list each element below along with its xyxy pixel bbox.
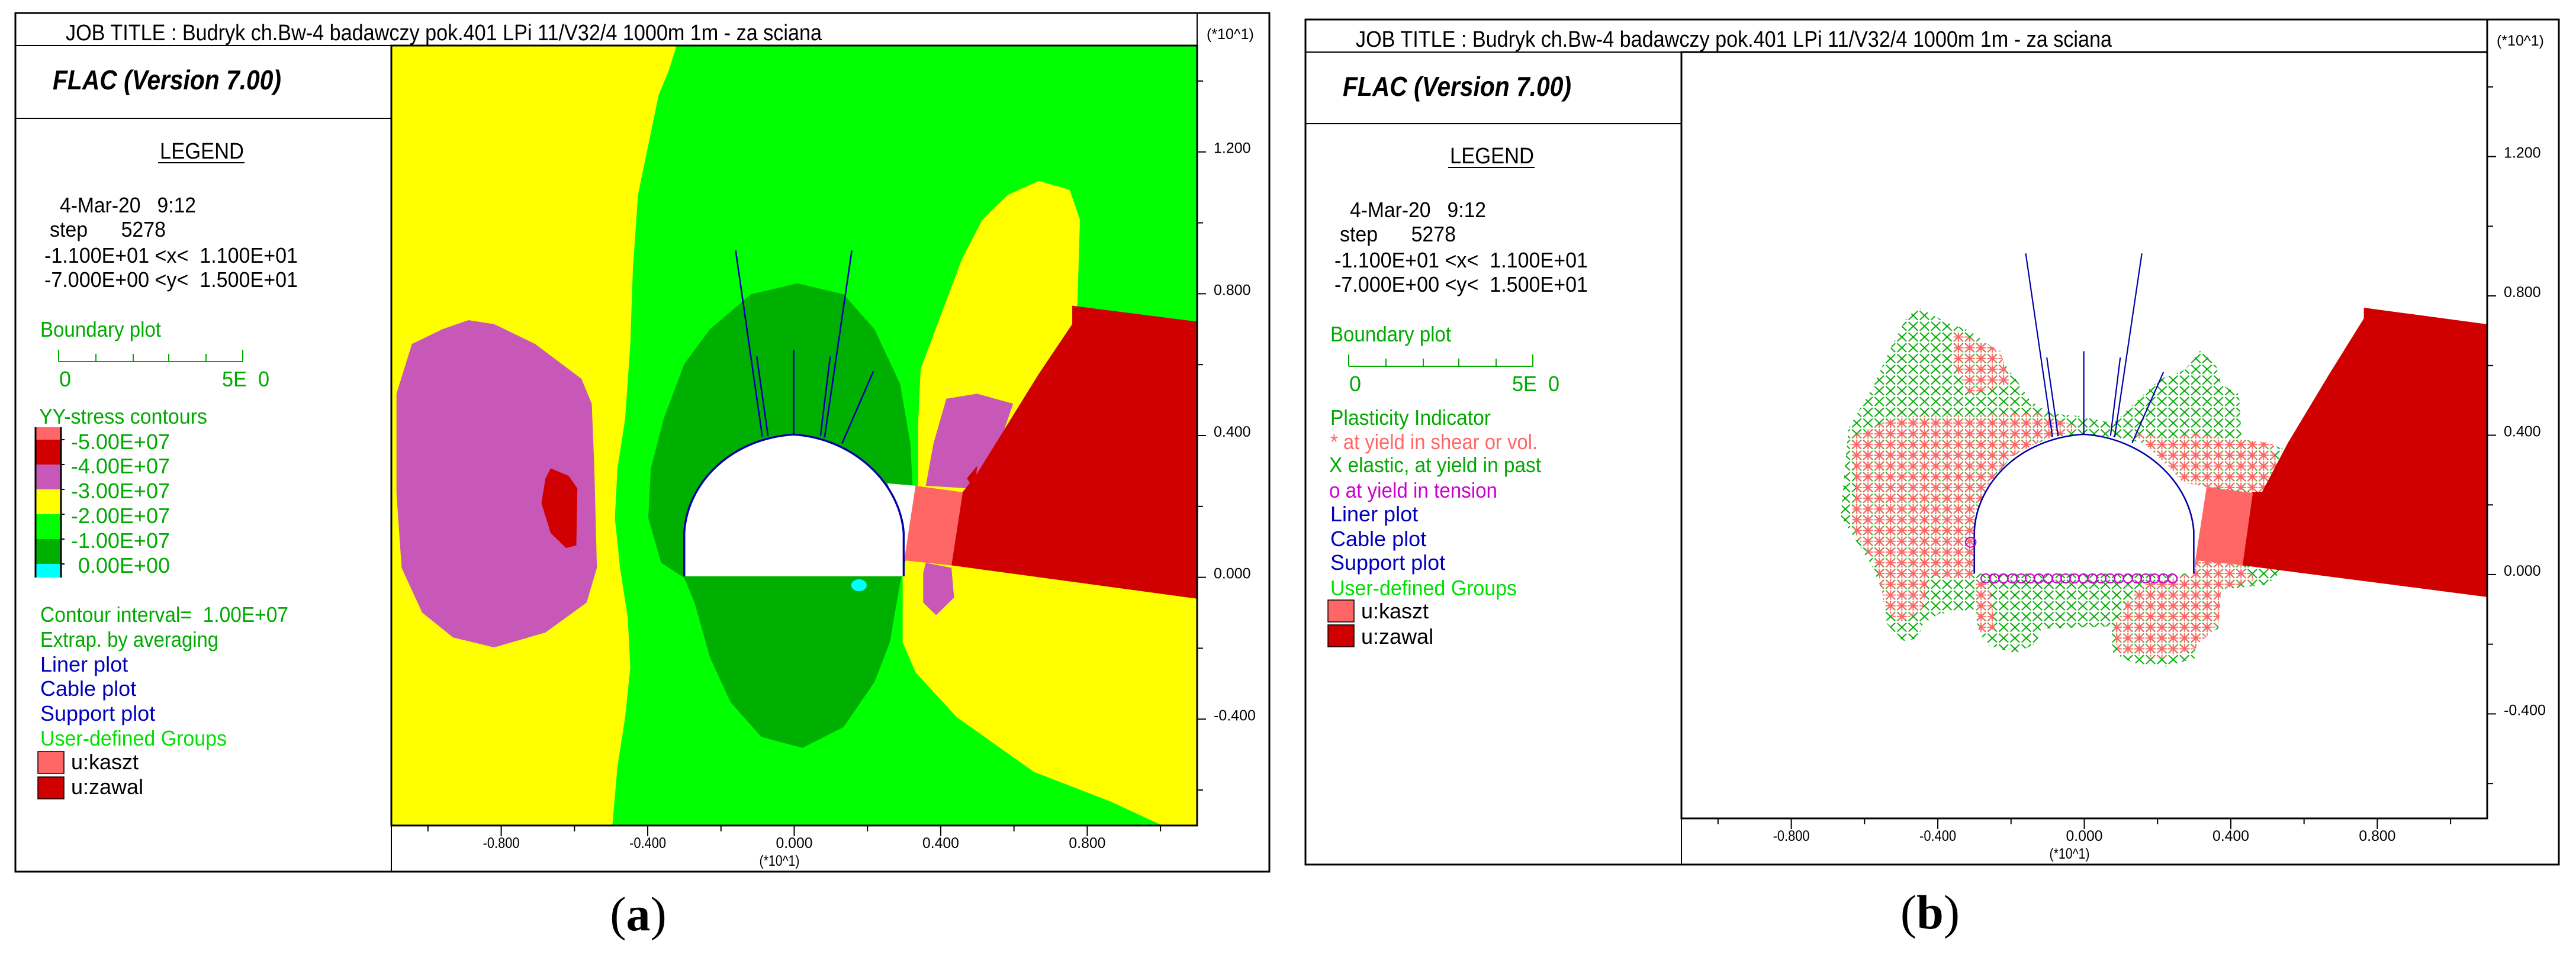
- contour-level: -5.00E+07: [71, 430, 170, 454]
- x-tick-label: 0.800: [1069, 835, 1105, 852]
- x-tick-label: 0.000: [776, 835, 813, 852]
- x-range: -1.100E+01 <x< 1.100E+01: [44, 243, 298, 267]
- x-tick-label: 0.400: [2212, 828, 2249, 844]
- plot-date: 4-Mar-20 9:12: [1350, 198, 1486, 222]
- y-tick-label: 1.200: [1214, 140, 1251, 157]
- plot-step: step 5278: [50, 217, 166, 241]
- x-tick-label: -0.800: [483, 835, 520, 852]
- support-plot-label: Support plot: [40, 701, 155, 725]
- plasticity-shear: * at yield in shear or vol.: [1330, 430, 1538, 454]
- figure: JOB TITLE : Budryk ch.Bw-4 badawczy pok.…: [14, 12, 2560, 941]
- x-axis-multiplier: (*10^1): [760, 853, 800, 869]
- job-title: JOB TITLE : Budryk ch.Bw-4 badawczy pok.…: [1356, 27, 2112, 52]
- groups-title: User-defined Groups: [40, 726, 227, 750]
- legend-heading: LEGEND: [160, 139, 244, 164]
- contour-color-bar: [34, 427, 65, 578]
- y-tick-label: 0.400: [2504, 424, 2541, 440]
- contour-level: 0.00E+00: [78, 553, 170, 578]
- liner-plot-label: Liner plot: [1330, 502, 1418, 526]
- y-range: -7.000E+00 <y< 1.500E+01: [1334, 272, 1588, 296]
- contour-level: -2.00E+07: [71, 504, 170, 528]
- scale-start: 0: [1349, 372, 1361, 396]
- plot-date: 4-Mar-20 9:12: [60, 193, 196, 217]
- cable-plot-label: Cable plot: [40, 676, 136, 701]
- legend-heading: LEGEND: [1450, 144, 1534, 169]
- group-label: u:kaszt: [71, 750, 139, 774]
- program-title: FLAC (Version 7.00): [53, 65, 281, 95]
- plasticity-title: Plasticity Indicator: [1330, 405, 1491, 430]
- panel-label: (a): [610, 887, 667, 941]
- group-label: u:zawal: [1361, 624, 1433, 649]
- scale-end: 5E 0: [1512, 372, 1559, 396]
- boundary-plot-label: Boundary plot: [40, 317, 161, 341]
- x-tick-label: -0.400: [629, 835, 666, 852]
- panel-b: JOB TITLE : Budryk ch.Bw-4 badawczy pok.…: [1304, 18, 2560, 939]
- x-tick-label: 0.000: [2066, 828, 2103, 844]
- x-tick-label: -0.800: [1773, 828, 1810, 844]
- contour-level: -4.00E+07: [71, 454, 170, 478]
- contour-interval: Contour interval= 1.00E+07: [40, 602, 288, 627]
- cable-plot-label: Cable plot: [1330, 527, 1426, 551]
- job-title: JOB TITLE : Budryk ch.Bw-4 badawczy pok.…: [66, 21, 822, 46]
- x-tick-label: 0.800: [2359, 828, 2395, 844]
- y-tick-label: 0.000: [1214, 566, 1251, 582]
- panel-label: (b): [1900, 885, 1960, 939]
- x-tick-label: 0.400: [922, 835, 959, 852]
- y-axis-multiplier: (*10^1): [2497, 33, 2544, 49]
- plasticity-past: X elastic, at yield in past: [1329, 453, 1541, 477]
- contour-title: YY-stress contours: [39, 404, 207, 428]
- group-label: u:kaszt: [1361, 599, 1429, 623]
- liner-plot-label: Liner plot: [40, 652, 128, 676]
- yy-stress-contour-plot: [391, 46, 1197, 825]
- group-swatch-zawal: [37, 776, 65, 799]
- plot-step: step 5278: [1340, 222, 1456, 246]
- y-tick-label: 0.800: [1214, 282, 1251, 298]
- plasticity-plot: [1681, 52, 2487, 818]
- group-swatch-kaszt: [37, 751, 65, 774]
- y-axis-multiplier: (*10^1): [1207, 26, 1254, 43]
- x-range: -1.100E+01 <x< 1.100E+01: [1334, 248, 1588, 272]
- x-axis-multiplier: (*10^1): [2050, 846, 2090, 862]
- y-range: -7.000E+00 <y< 1.500E+01: [44, 267, 298, 292]
- contour-level: -1.00E+07: [71, 528, 170, 553]
- support-plot-label: Support plot: [1330, 550, 1445, 575]
- program-title: FLAC (Version 7.00): [1343, 71, 1571, 102]
- y-tick-label: 0.000: [2504, 563, 2541, 579]
- extrapolation-note: Extrap. by averaging: [40, 627, 218, 652]
- y-tick-label: 0.400: [1214, 424, 1251, 440]
- plasticity-tension: o at yield in tension: [1329, 478, 1497, 502]
- y-tick-label: -0.400: [2504, 702, 2546, 718]
- scale-start: 0: [59, 367, 71, 391]
- group-swatch-kaszt: [1327, 599, 1355, 623]
- scale-end: 5E 0: [222, 367, 269, 391]
- boundary-plot-label: Boundary plot: [1330, 322, 1451, 346]
- y-tick-label: 1.200: [2504, 145, 2541, 162]
- x-tick-label: -0.400: [1919, 828, 1956, 844]
- contour-level: -3.00E+07: [71, 479, 170, 503]
- group-label: u:zawal: [71, 775, 143, 799]
- y-tick-label: 0.800: [2504, 284, 2541, 301]
- y-tick-label: -0.400: [1214, 707, 1256, 724]
- panel-a: JOB TITLE : Budryk ch.Bw-4 badawczy pok.…: [14, 12, 1271, 941]
- contour-band-0: [851, 579, 867, 592]
- group-swatch-zawal: [1327, 624, 1355, 647]
- groups-title: User-defined Groups: [1330, 576, 1517, 600]
